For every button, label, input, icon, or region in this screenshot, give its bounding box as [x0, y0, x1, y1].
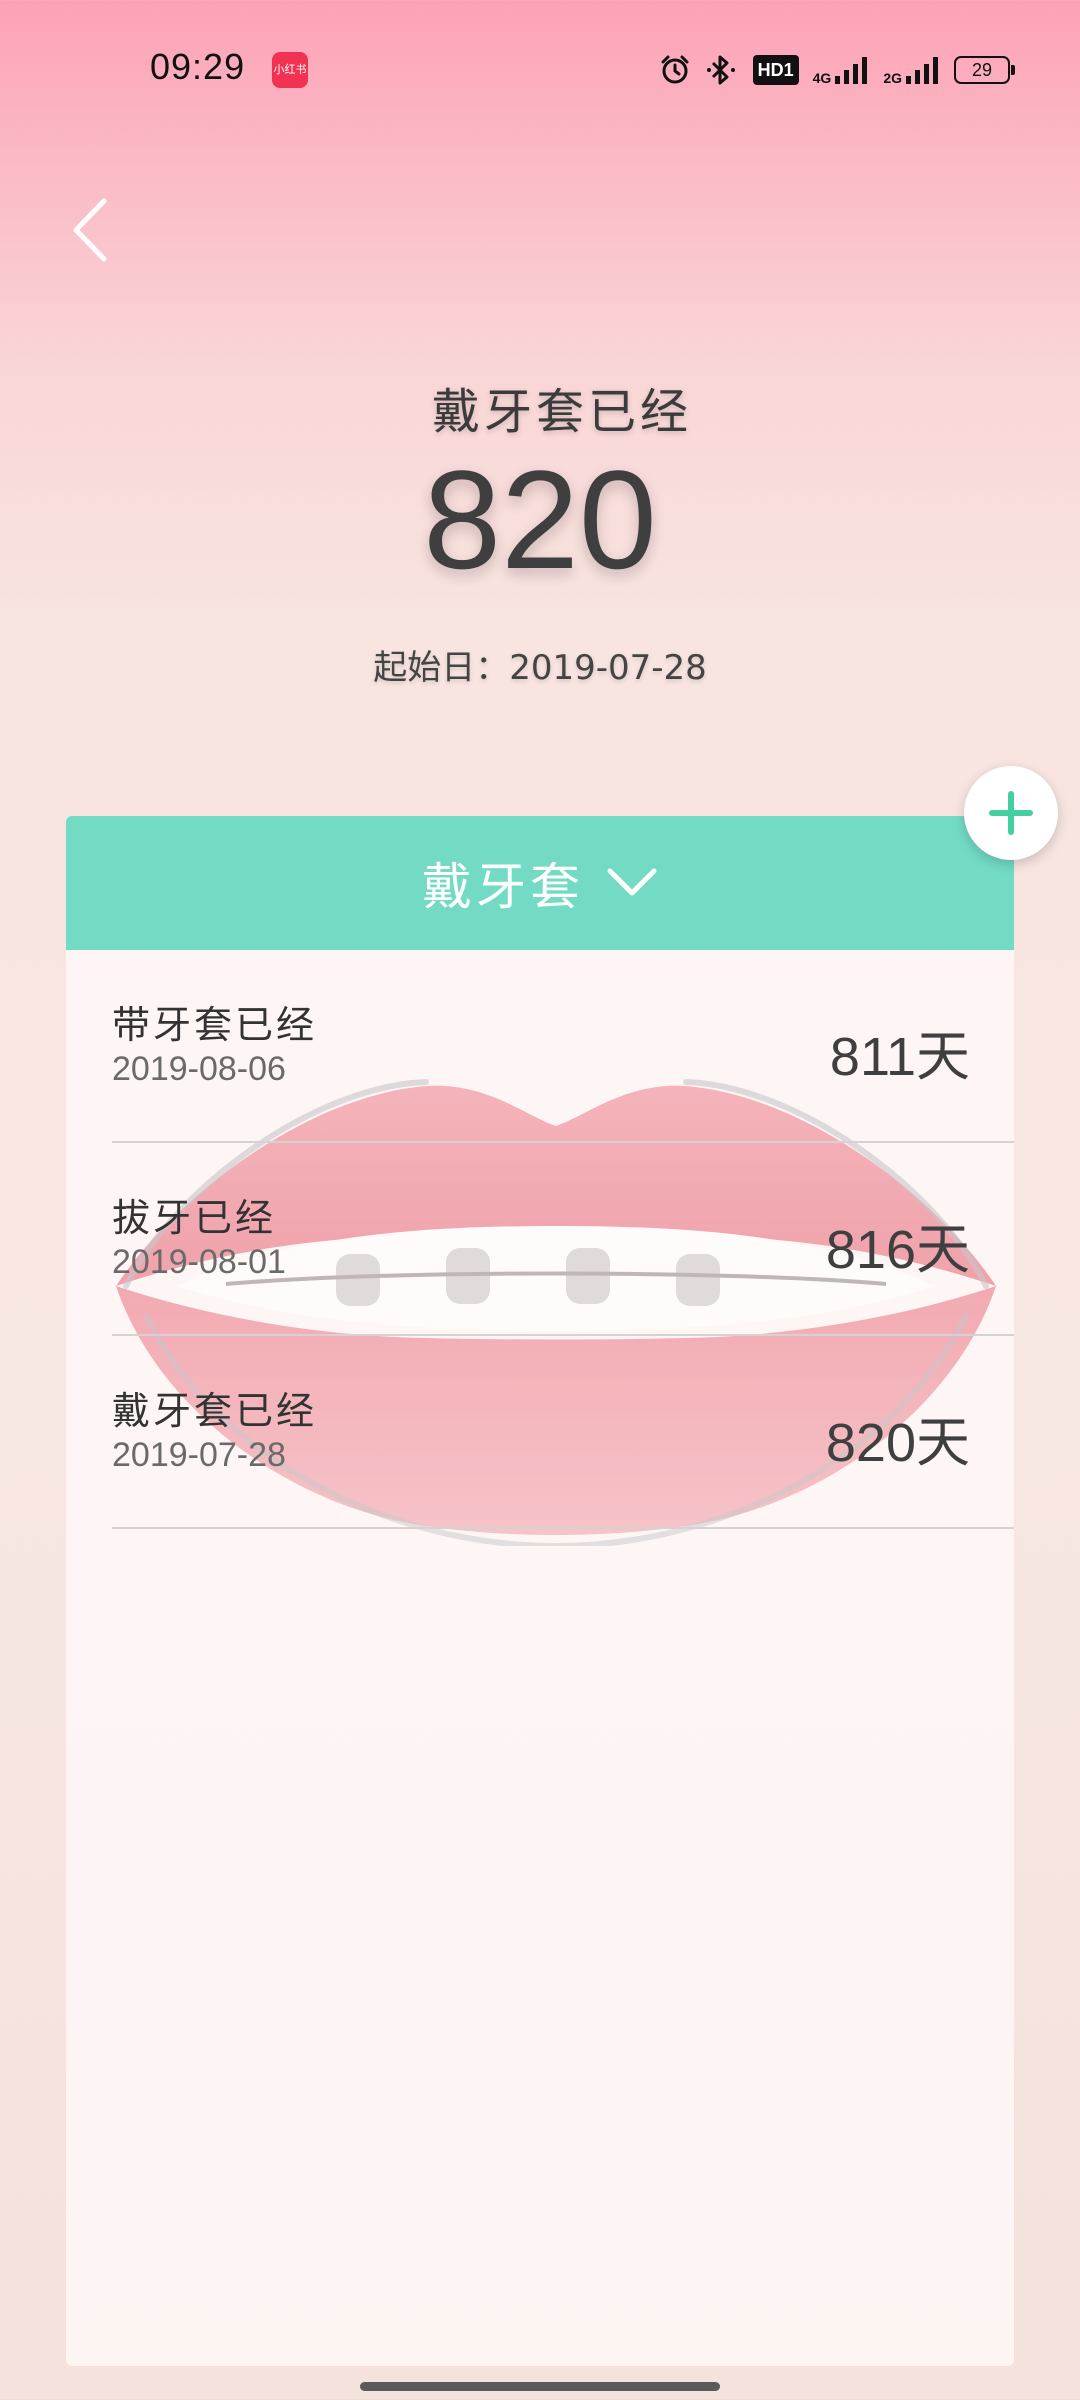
plus-icon: [989, 791, 1033, 835]
back-button[interactable]: [60, 190, 120, 270]
start-date: 起始日：2019-07-28: [0, 640, 1080, 689]
status-bar: 09:29 小红书 HD1 4G 2G 29: [0, 0, 1080, 140]
record-days: 816天: [825, 1220, 970, 1280]
signal-4g-icon: 4G: [813, 54, 870, 86]
signal-4g-label: 4G: [812, 70, 832, 86]
home-indicator[interactable]: [360, 2382, 720, 2391]
status-time: 09:29: [150, 46, 246, 87]
category-title: 戴牙套: [422, 858, 584, 916]
record-date: 2019-08-06: [112, 1050, 286, 1088]
record-title: 带牙套已经: [112, 1003, 318, 1047]
record-title: 戴牙套已经: [112, 1389, 318, 1433]
notification-app-icon: 小红书: [272, 52, 308, 88]
list-item[interactable]: 拔牙已经 2019-08-01 816天: [112, 1143, 1014, 1336]
status-icons: HD1 4G 2G 29: [659, 50, 1015, 90]
category-selector[interactable]: 戴牙套: [66, 816, 1014, 950]
list-item[interactable]: 带牙套已经 2019-08-06 811天: [112, 950, 1014, 1143]
header-title: 戴牙套已经: [431, 384, 692, 440]
signal-2g-label: 2G: [883, 70, 902, 86]
record-days: 811天: [829, 1027, 970, 1087]
record-list: 带牙套已经 2019-08-06 811天 拔牙已经 2019-08-01 81…: [66, 950, 1014, 1529]
start-date-label: 起始日：: [373, 648, 510, 688]
add-button[interactable]: [964, 766, 1058, 860]
start-date-value: 2019-07-28: [509, 648, 707, 688]
bluetooth-icon: [706, 55, 735, 85]
battery-level: 29: [971, 60, 993, 80]
signal-2g-icon: 2G: [883, 54, 940, 86]
record-title: 拔牙已经: [112, 1196, 277, 1240]
chevron-down-icon: [607, 868, 657, 896]
day-count: 820: [423, 441, 657, 598]
record-date: 2019-07-28: [112, 1436, 286, 1474]
list-item[interactable]: 戴牙套已经 2019-07-28 820天: [112, 1336, 1014, 1529]
record-date: 2019-08-01: [112, 1243, 286, 1281]
chevron-left-icon: [73, 198, 107, 262]
record-days: 820天: [825, 1413, 970, 1473]
battery-icon: 29: [954, 56, 1015, 84]
alarm-icon: [661, 55, 689, 84]
hd-icon: HD1: [752, 55, 799, 85]
records-card: 戴牙套 带牙套已经 2019-08-06 811天 拔牙已经 2019-08-0…: [66, 816, 1014, 2366]
